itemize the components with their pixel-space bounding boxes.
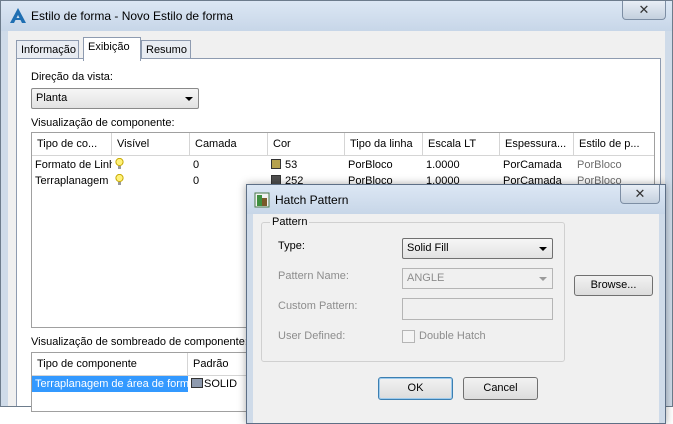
main-close-button[interactable]: ✕ — [622, 1, 666, 20]
hatch-close-button[interactable]: ✕ — [620, 185, 660, 204]
main-window-title: Estilo de forma - Novo Estilo de forma — [31, 9, 234, 23]
row-lineweight: PorCamada — [503, 159, 562, 171]
type-select[interactable]: Solid Fill — [402, 238, 553, 259]
chevron-down-icon — [185, 97, 193, 101]
row-hatch-component: Terraplanagem de área de forma — [32, 376, 188, 392]
row-visible[interactable] — [112, 157, 190, 173]
chevron-down-icon — [539, 247, 547, 251]
type-value: Solid Fill — [407, 242, 449, 254]
custom-pattern-label: Custom Pattern: — [278, 300, 358, 312]
tab-resumo[interactable]: Resumo — [141, 40, 191, 60]
row-component: Formato de Linha — [35, 159, 112, 171]
pattern-name-select[interactable]: ANGLE — [402, 268, 553, 289]
pattern-name-label: Pattern Name: — [278, 270, 349, 282]
cancel-button[interactable]: Cancel — [463, 377, 538, 400]
view-direction-value: Planta — [36, 92, 68, 104]
row-lt-scale: 1.0000 — [426, 159, 460, 171]
col-pattern[interactable]: Padrão — [188, 353, 254, 376]
row-hatch-pattern-value: SOLID — [204, 378, 238, 390]
pattern-group: Pattern Type: Solid Fill Pattern Name: A… — [261, 216, 565, 362]
col-linetype[interactable]: Tipo da linha — [345, 133, 423, 156]
col-component-type[interactable]: Tipo de co... — [32, 133, 112, 156]
hatch-pattern-icon — [254, 192, 270, 208]
pattern-name-value: ANGLE — [407, 272, 445, 284]
chevron-down-icon — [539, 277, 547, 281]
col-plot-style[interactable]: Estilo de p... — [574, 133, 654, 156]
double-hatch-label: Double Hatch — [419, 330, 486, 342]
pattern-group-label: Pattern — [270, 216, 310, 228]
col-layer[interactable]: Camada — [190, 133, 268, 156]
col-lineweight[interactable]: Espessura... — [500, 133, 574, 156]
view-direction-select[interactable]: Planta — [31, 88, 199, 109]
row-visible[interactable] — [112, 173, 190, 189]
type-label: Type: — [278, 240, 305, 252]
hatch-client-area: Pattern Type: Solid Fill Pattern Name: A… — [253, 214, 659, 423]
hatch-titlebar[interactable]: Hatch Pattern ✕ — [247, 185, 665, 214]
col-lt-scale[interactable]: Escala LT — [423, 133, 500, 156]
component-display-label: Visualização de componente: — [31, 117, 175, 129]
color-swatch — [271, 159, 281, 169]
tab-informacao[interactable]: Informação — [16, 40, 79, 60]
lightbulb-on-icon — [115, 158, 124, 169]
double-hatch-checkbox[interactable] — [402, 330, 415, 343]
autodesk-app-icon — [10, 8, 26, 23]
hatch-dialog-title: Hatch Pattern — [275, 193, 349, 207]
row-layer: 0 — [193, 159, 200, 171]
hatch-pattern-dialog: Hatch Pattern ✕ Pattern Type: Solid Fill… — [246, 184, 666, 424]
row-plot-style: PorBloco — [577, 159, 622, 171]
row-color[interactable]: 53 — [268, 157, 345, 173]
col-visible[interactable]: Visível — [112, 133, 190, 156]
row-hatch-pattern[interactable]: SOLID — [188, 376, 254, 392]
lightbulb-on-icon — [115, 174, 124, 185]
hatch-display-grid: Tipo de componente Padrão Terraplanagem … — [31, 352, 255, 412]
col-hatch-component-type[interactable]: Tipo de componente — [32, 353, 188, 376]
user-defined-label: User Defined: — [278, 330, 346, 342]
browse-button[interactable]: Browse... — [574, 275, 653, 296]
pattern-swatch — [191, 378, 203, 388]
row-linetype: PorBloco — [348, 159, 393, 171]
tab-exibicao[interactable]: Exibição — [83, 37, 141, 61]
col-color[interactable]: Cor — [268, 133, 345, 156]
custom-pattern-field[interactable] — [402, 298, 553, 320]
view-direction-label: Direção da vista: — [31, 71, 113, 83]
main-titlebar[interactable]: Estilo de forma - Novo Estilo de forma ✕ — [1, 1, 672, 31]
row-color-value: 53 — [285, 159, 298, 171]
ok-button[interactable]: OK — [378, 377, 453, 400]
row-component: Terraplanagem — [35, 175, 109, 187]
hatch-display-label: Visualização de sombreado de componente: — [31, 336, 248, 348]
